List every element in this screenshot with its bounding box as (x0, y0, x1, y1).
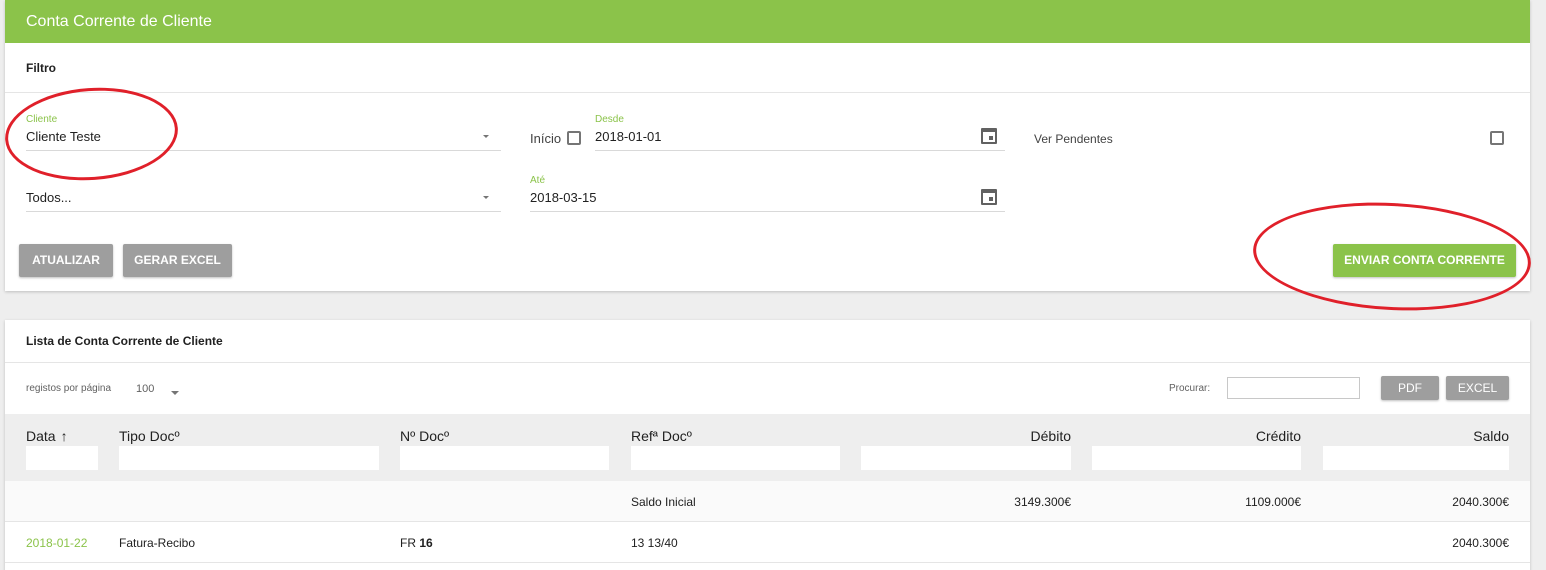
desde-value: 2018-01-01 (595, 129, 662, 144)
column-header-saldo[interactable]: Saldo (1323, 428, 1509, 444)
arrow-up-icon: ↑ (60, 428, 68, 444)
filter-input-debito[interactable] (861, 446, 1071, 470)
list-card: Lista de Conta Corrente de Cliente regis… (5, 320, 1530, 570)
filter-input-saldo[interactable] (1323, 446, 1509, 470)
column-header-numero[interactable]: Nº Docº (400, 428, 449, 444)
filter-input-tipo[interactable] (119, 446, 379, 470)
ate-value: 2018-03-15 (530, 190, 597, 205)
per-page-label: registos por página (26, 383, 112, 394)
column-header-referencia[interactable]: Refª Docº (631, 428, 692, 444)
pdf-button[interactable]: PDF (1381, 376, 1439, 400)
search-input[interactable] (1227, 377, 1360, 399)
inicio-checkbox[interactable] (567, 131, 581, 145)
filter-input-data[interactable] (26, 446, 98, 470)
table-header: Data ↑ Tipo Docº Nº Docº Refª Docº Débito… (5, 414, 1530, 481)
filter-input-numero[interactable] (400, 446, 609, 470)
per-page-value: 100 (136, 383, 155, 395)
cliente-value: Cliente Teste (26, 129, 101, 144)
row-saldo: 2040.300€ (1452, 536, 1509, 550)
search-label: Procurar: (1169, 383, 1211, 394)
list-section-title: Lista de Conta Corrente de Cliente (5, 320, 1530, 363)
chevron-down-icon (483, 196, 489, 199)
cliente-select[interactable]: Cliente Cliente Teste (26, 114, 501, 151)
excel-button[interactable]: EXCEL (1446, 376, 1509, 400)
inicio-label: Início (530, 131, 562, 146)
cliente-label: Cliente (26, 114, 58, 125)
enviar-conta-corrente-button[interactable]: ENVIAR CONTA CORRENTE (1333, 244, 1516, 277)
atualizar-button[interactable]: ATUALIZAR (19, 244, 113, 277)
row-referencia: 13 13/40 (631, 536, 678, 550)
filter-card: Conta Corrente de Cliente Filtro Cliente… (5, 0, 1530, 291)
row-date[interactable]: 2018-01-22 (26, 536, 87, 550)
ver-pendentes-label: Ver Pendentes (1034, 132, 1113, 146)
row-debito: 3149.300€ (1014, 495, 1071, 509)
row-saldo: 2040.300€ (1452, 495, 1509, 509)
chevron-down-icon (171, 391, 179, 395)
tipo-select[interactable]: Todos... (26, 175, 501, 212)
ate-date-field[interactable]: Até 2018-03-15 (530, 175, 1005, 212)
row-credito: 1109.000€ (1245, 495, 1301, 509)
row-tipo: Fatura-Recibo (119, 536, 196, 550)
column-header-data[interactable]: Data ↑ (26, 428, 68, 444)
table-row: Saldo Inicial 3149.300€ 1109.000€ 2040.3… (5, 481, 1530, 522)
row-referencia: Saldo Inicial (631, 495, 696, 509)
desde-date-field[interactable]: Desde 2018-01-01 (595, 114, 1005, 151)
page-title: Conta Corrente de Cliente (5, 0, 1530, 43)
filter-input-referencia[interactable] (631, 446, 840, 470)
ver-pendentes-checkbox[interactable] (1490, 131, 1504, 145)
desde-label: Desde (595, 114, 624, 125)
ate-label: Até (530, 175, 546, 186)
calendar-icon[interactable] (981, 128, 997, 144)
table-row[interactable]: 2018-01-22 Fatura-Recibo FR 16 13 13/40 … (5, 522, 1530, 563)
column-header-credito[interactable]: Crédito (1092, 428, 1301, 444)
per-page-select[interactable]: 100 (136, 383, 181, 399)
gerar-excel-button[interactable]: GERAR EXCEL (123, 244, 232, 277)
chevron-down-icon (483, 135, 489, 138)
filter-input-credito[interactable] (1092, 446, 1301, 470)
column-header-debito[interactable]: Débito (861, 428, 1071, 444)
column-header-tipo[interactable]: Tipo Docº (119, 428, 180, 444)
filter-section-title: Filtro (5, 43, 1530, 93)
row-numero: FR 16 (400, 536, 433, 550)
calendar-icon[interactable] (981, 189, 997, 205)
tipo-value: Todos... (26, 190, 72, 205)
